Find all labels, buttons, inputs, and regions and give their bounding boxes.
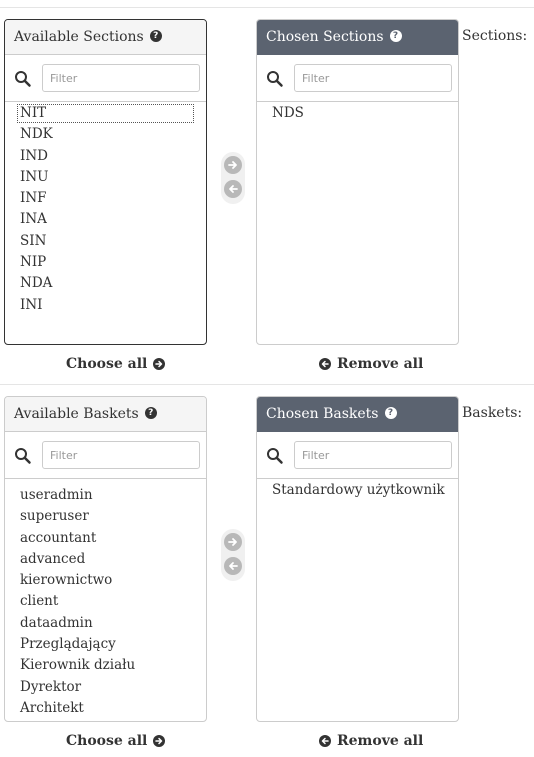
available-baskets-title: Available Baskets? [5,397,206,432]
search-icon [15,448,31,464]
remove-selected-sections-button[interactable] [224,180,242,198]
list-item[interactable]: NDA [5,273,206,294]
chosen-sections-title-text: Chosen Sections [266,29,384,45]
list-item[interactable]: INF [5,188,206,209]
available-baskets-title-text: Available Baskets [14,406,139,422]
list-item[interactable]: superuser [5,506,206,527]
top-divider [0,7,534,8]
chosen-baskets-list[interactable]: Standardowy użytkownik [257,479,458,721]
available-baskets-filter-row [5,432,206,479]
available-sections-list[interactable]: NIT NDK IND INU INF INA SIN NIP NDA INI [5,102,206,344]
list-item[interactable]: INA [5,209,206,230]
arrow-circle-left-icon [229,185,238,193]
available-baskets-list[interactable]: useradmin superuser accountant advanced … [5,479,206,721]
chosen-sections-filter-input[interactable] [294,64,452,92]
list-item[interactable]: Standardowy użytkownik [257,480,458,501]
search-icon [267,71,283,87]
list-item[interactable]: Przeglądający [5,634,206,655]
chosen-baskets-box: Chosen Baskets? Standardowy użytkownik [256,396,459,722]
choose-all-label: Choose all [66,733,148,749]
remove-all-label: Remove all [337,733,424,749]
list-item[interactable]: kierownictwo [5,570,206,591]
remove-all-sections-button[interactable]: Remove all [319,356,423,372]
available-sections-title-text: Available Sections [14,29,144,45]
choose-all-label: Choose all [66,356,148,372]
available-sections-filter-input[interactable] [42,64,200,92]
remove-selected-baskets-button[interactable] [224,557,242,575]
available-baskets-box: Available Baskets? useradmin superuser a… [4,396,207,722]
sections-move-buttons [221,152,245,204]
list-item[interactable]: Architekt [5,698,206,719]
arrow-circle-left-icon [319,735,331,747]
arrow-circle-right-icon [228,161,237,169]
search-icon [267,448,283,464]
list-item[interactable]: NDS [257,103,458,124]
remove-all-label: Remove all [337,356,424,372]
chosen-sections-box: Chosen Sections? NDS [256,19,459,345]
middle-divider [0,384,534,385]
arrow-circle-right-icon [153,358,166,370]
question-circle-icon[interactable]: ? [144,407,157,419]
chosen-sections-list[interactable]: NDS [257,102,458,344]
list-item[interactable]: INI [5,295,206,316]
search-icon [15,71,31,87]
chosen-baskets-title-text: Chosen Baskets [266,406,379,422]
sections-label: Sections: [462,28,528,44]
list-item[interactable]: NDK [5,124,206,145]
arrow-circle-left-icon [319,358,331,370]
available-sections-title: Available Sections? [5,20,206,55]
list-item[interactable]: INU [5,167,206,188]
list-item[interactable]: client [5,591,206,612]
question-circle-icon[interactable]: ? [149,30,162,42]
list-item[interactable]: Dyrektor [5,677,206,698]
list-item[interactable]: accountant [5,528,206,549]
available-sections-box: Available Sections? NIT NDK IND INU INF … [4,19,207,345]
chosen-baskets-filter-input[interactable] [294,441,452,469]
list-item[interactable]: NIP [5,252,206,273]
list-item[interactable]: Kierownik działu [5,655,206,676]
chosen-baskets-filter-row [257,432,458,479]
question-circle-icon[interactable]: ? [389,30,402,42]
list-item[interactable]: advanced [5,549,206,570]
question-circle-icon[interactable]: ? [384,407,397,419]
list-item[interactable]: NIT [16,103,195,124]
list-item[interactable]: useradmin [5,485,206,506]
list-item[interactable]: IND [5,146,206,167]
list-item[interactable]: dataadmin [5,613,206,634]
list-item[interactable]: SIN [5,231,206,252]
choose-all-sections-button[interactable]: Choose all [66,356,166,372]
available-baskets-filter-input[interactable] [42,441,200,469]
arrow-circle-right-icon [153,735,166,747]
baskets-label: Baskets: [462,405,523,421]
baskets-move-buttons [221,529,245,581]
arrow-circle-left-icon [229,562,238,570]
available-sections-filter-row [5,55,206,102]
choose-selected-baskets-button[interactable] [224,533,242,551]
remove-all-baskets-button[interactable]: Remove all [319,733,423,749]
choose-selected-sections-button[interactable] [224,156,242,174]
chosen-sections-title: Chosen Sections? [257,20,458,55]
choose-all-baskets-button[interactable]: Choose all [66,733,166,749]
chosen-baskets-title: Chosen Baskets? [257,397,458,432]
chosen-sections-filter-row [257,55,458,102]
arrow-circle-right-icon [228,538,237,546]
